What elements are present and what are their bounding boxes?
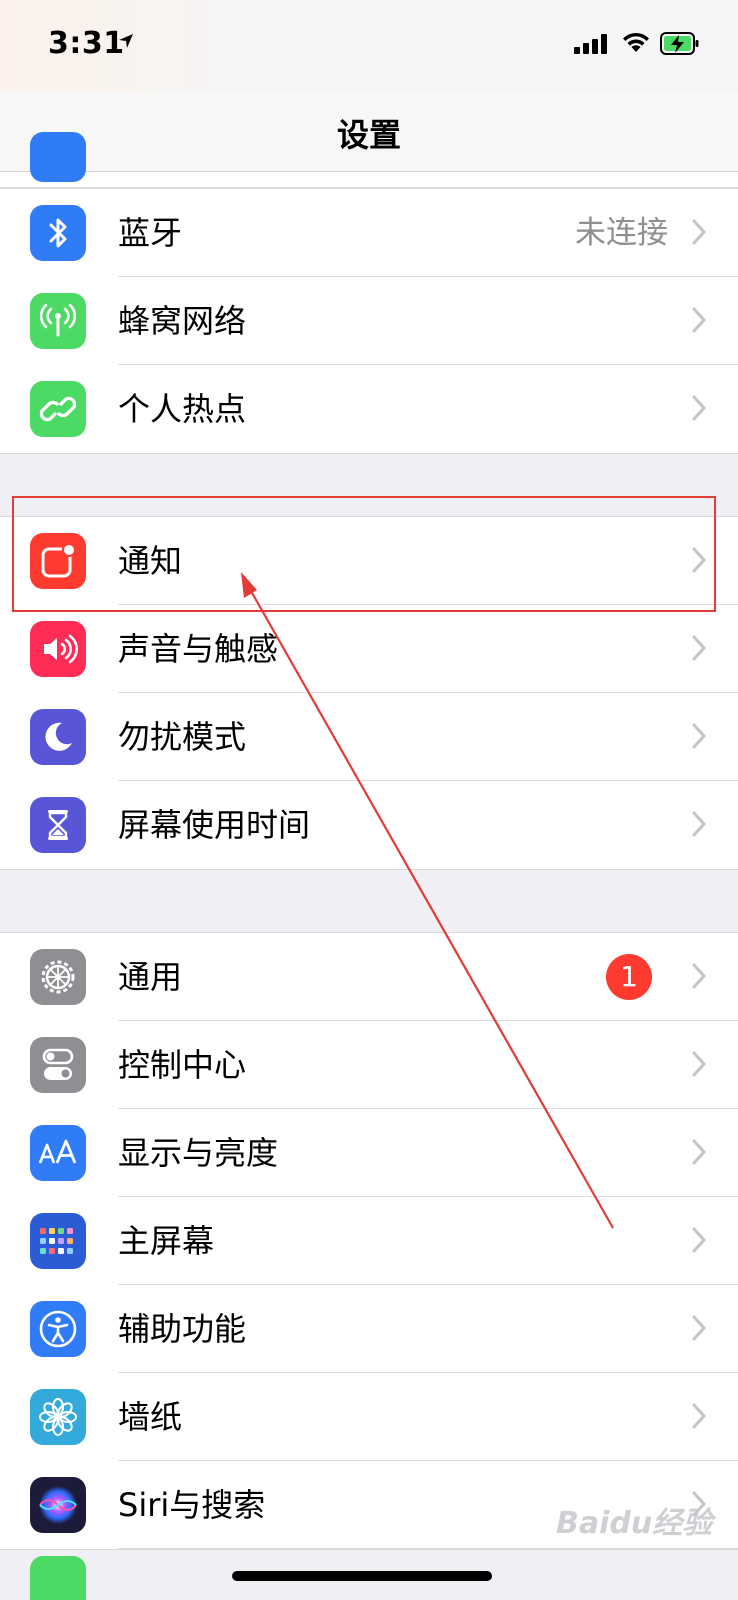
hotspot-link-icon — [30, 381, 86, 437]
chevron-right-icon — [692, 547, 707, 577]
settings-row-screen-time[interactable]: 屏幕使用时间 — [0, 781, 738, 869]
settings-row-home-screen[interactable]: 主屏幕 — [0, 1197, 738, 1285]
settings-row-label: 显示与亮度 — [118, 1134, 279, 1172]
text-size-icon — [30, 1125, 86, 1181]
settings-row-wallpaper[interactable]: 墙纸 — [0, 1373, 738, 1461]
settings-row-do-not-disturb[interactable]: 勿扰模式 — [0, 693, 738, 781]
settings-group-notifications: 通知 声音与触感 勿扰模式 屏幕使用时间 — [0, 516, 738, 870]
settings-row-label: 蜂窝网络 — [118, 302, 247, 340]
settings-row-control-center[interactable]: 控制中心 — [0, 1021, 738, 1109]
settings-row-label: 控制中心 — [118, 1046, 247, 1084]
settings-row-general[interactable]: 通用 1 — [0, 933, 738, 1021]
location-arrow-icon — [118, 33, 134, 53]
home-indicator[interactable] — [232, 1571, 492, 1581]
cellular-signal-icon — [574, 34, 608, 58]
chevron-right-icon — [692, 307, 707, 337]
chevron-right-icon — [692, 395, 707, 425]
settings-row-display[interactable]: 显示与亮度 — [0, 1109, 738, 1197]
navigation-bar: 设置 — [0, 92, 738, 172]
update-count-badge: 1 — [606, 954, 652, 1000]
bluetooth-icon — [30, 205, 86, 261]
settings-group-general: 通用 1 控制中心 显示与亮度 主屏幕 辅助功能 墙纸 Siri与搜索 — [0, 932, 738, 1550]
chevron-right-icon — [692, 219, 707, 249]
antenna-icon — [30, 293, 86, 349]
status-bar: 3:31 — [0, 0, 738, 92]
hourglass-icon — [30, 797, 86, 853]
wifi-icon — [622, 31, 650, 57]
settings-row-label: 屏幕使用时间 — [118, 806, 311, 844]
wifi-settings-icon — [30, 132, 86, 182]
chevron-right-icon — [692, 1227, 707, 1257]
siri-icon — [30, 1477, 86, 1533]
chevron-right-icon — [692, 1139, 707, 1169]
settings-row-label: 辅助功能 — [118, 1310, 247, 1348]
status-time: 3:31 — [48, 26, 125, 61]
settings-row-notifications[interactable]: 通知 — [0, 517, 738, 605]
chevron-right-icon — [692, 723, 707, 753]
settings-row-hotspot[interactable]: 个人热点 — [0, 365, 738, 453]
toggles-icon — [30, 1037, 86, 1093]
settings-row-sounds[interactable]: 声音与触感 — [0, 605, 738, 693]
chevron-right-icon — [692, 1315, 707, 1345]
flower-icon — [30, 1389, 86, 1445]
settings-row-label: 蓝牙 — [118, 214, 183, 252]
settings-row-label: 主屏幕 — [118, 1222, 215, 1260]
settings-row-label: 通知 — [118, 542, 183, 580]
accessibility-icon — [30, 1301, 86, 1357]
home-grid-icon — [30, 1213, 86, 1269]
settings-row-label: Siri与搜索 — [118, 1486, 266, 1524]
settings-row-label: 通用 — [118, 958, 183, 996]
settings-row-label: 个人热点 — [118, 390, 247, 428]
speaker-icon — [30, 621, 86, 677]
settings-row-label: 勿扰模式 — [118, 718, 247, 756]
chevron-right-icon — [692, 635, 707, 665]
page-title: 设置 — [336, 116, 401, 154]
scrolled-row-edge — [0, 132, 738, 188]
moon-icon — [30, 709, 86, 765]
settings-group-connectivity: 蓝牙 未连接 蜂窝网络 个人热点 — [0, 188, 738, 454]
chevron-right-icon — [692, 1403, 707, 1433]
settings-row-label: 声音与触感 — [118, 630, 279, 668]
chevron-right-icon — [692, 811, 707, 841]
battery-charging-icon — [660, 32, 700, 60]
row-divider — [118, 1548, 738, 1549]
settings-row-label: 墙纸 — [118, 1398, 183, 1436]
settings-row-accessibility[interactable]: 辅助功能 — [0, 1285, 738, 1373]
chevron-right-icon — [692, 963, 707, 993]
next-row-icon-peek — [30, 1556, 86, 1600]
bluetooth-status-value: 未连接 — [575, 215, 668, 251]
notifications-icon — [30, 533, 86, 589]
watermark-text: Baidu经验 — [556, 1506, 713, 1541]
gear-icon — [30, 949, 86, 1005]
settings-row-bluetooth[interactable]: 蓝牙 未连接 — [0, 189, 738, 277]
settings-row-cellular[interactable]: 蜂窝网络 — [0, 277, 738, 365]
chevron-right-icon — [692, 1051, 707, 1081]
